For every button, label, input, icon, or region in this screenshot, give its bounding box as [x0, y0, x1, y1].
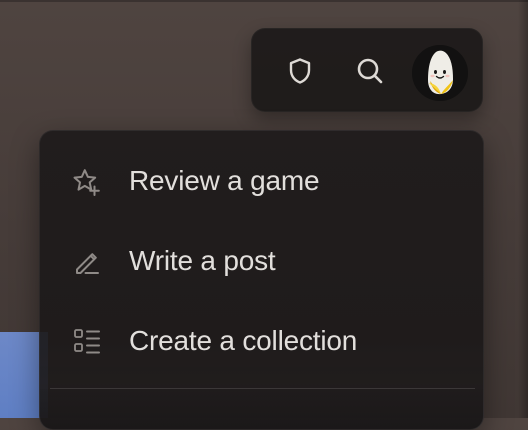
list-grid-icon	[70, 324, 104, 358]
window-right-shade	[518, 0, 528, 418]
create-menu: Review a game Write a post Create a coll…	[39, 130, 484, 430]
write-post-label: Write a post	[129, 245, 276, 276]
review-game-label: Review a game	[129, 165, 320, 196]
search-icon[interactable]	[350, 51, 390, 91]
menu-footer-area	[40, 389, 483, 429]
menu-item-create-collection[interactable]: Create a collection	[40, 310, 483, 372]
create-collection-label: Create a collection	[129, 325, 358, 356]
top-toolbar	[251, 28, 483, 112]
avatar[interactable]	[412, 45, 468, 101]
star-plus-icon	[70, 164, 104, 198]
shield-icon[interactable]	[280, 51, 320, 91]
window-top-line	[0, 0, 528, 2]
menu-item-write-post[interactable]: Write a post	[40, 230, 483, 292]
menu-item-review-game[interactable]: Review a game	[40, 150, 483, 212]
pencil-icon	[70, 244, 104, 278]
